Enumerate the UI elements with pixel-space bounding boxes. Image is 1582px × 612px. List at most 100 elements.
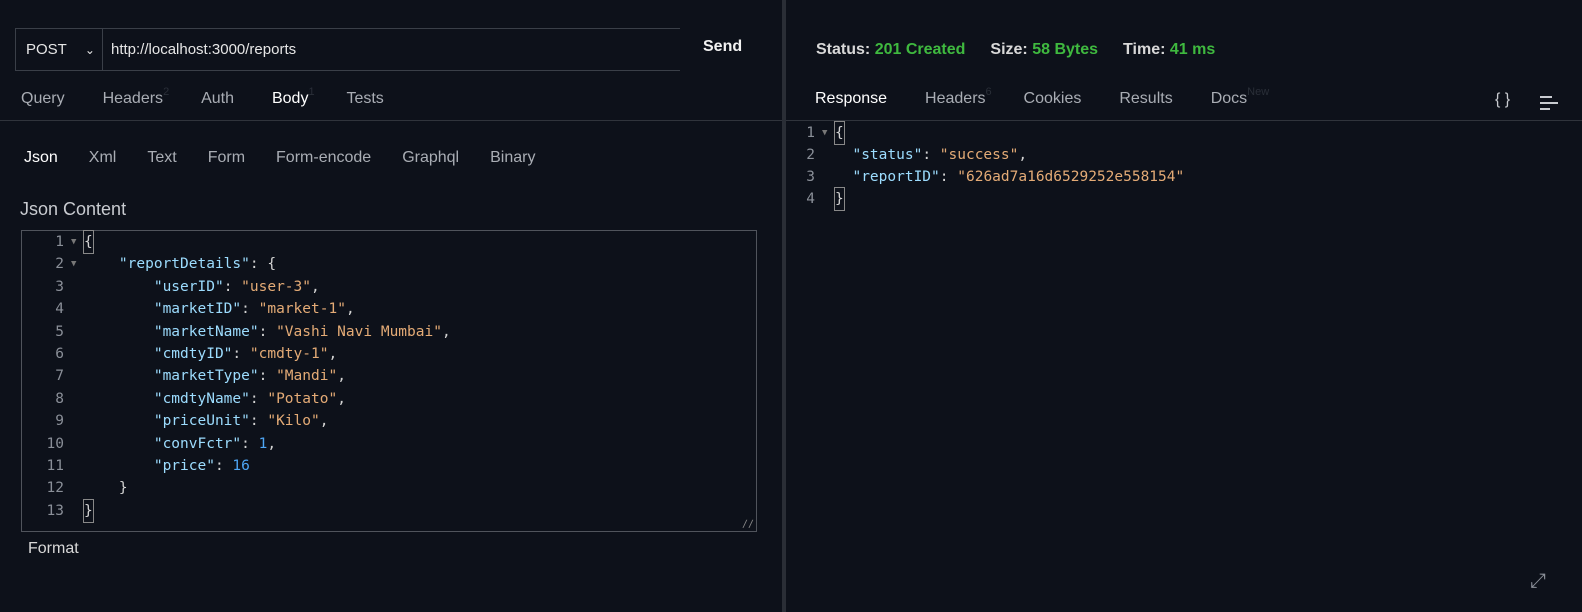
code-token: : <box>258 323 277 340</box>
tab-headers[interactable]: Headers 6 <box>925 86 992 108</box>
fold-arrow-icon <box>68 410 84 432</box>
code-token: 16 <box>232 457 250 474</box>
code-line: 13} <box>22 498 756 524</box>
subtab-text[interactable]: Text <box>147 149 176 167</box>
tab-label: Body <box>271 90 309 107</box>
chevron-down-icon: ⌄ <box>84 42 95 57</box>
format-button[interactable]: Format <box>28 540 79 558</box>
tab-results[interactable]: Results <box>1119 90 1172 108</box>
subtab-graphql[interactable]: Graphql <box>402 149 459 167</box>
line-number: 3 <box>55 278 64 295</box>
fold-arrow-icon <box>68 321 84 343</box>
code-line: 6 "cmdtyID": "cmdty-1", <box>22 343 756 365</box>
fold-arrow-icon <box>819 188 835 210</box>
fold-arrow-icon[interactable]: ▼ <box>68 231 84 253</box>
subtab-form[interactable]: Form <box>208 149 245 167</box>
menu-lines-icon[interactable] <box>1540 96 1558 110</box>
fold-arrow-icon[interactable]: ▼ <box>819 122 835 144</box>
send-button[interactable]: Send <box>703 38 742 56</box>
tab-label: Query <box>21 90 65 107</box>
tab-label: Text <box>147 149 177 166</box>
subtab-form-encode[interactable]: Form-encode <box>276 149 371 167</box>
code-line: 1 ▼{ <box>786 121 1582 145</box>
code-token: "Potato" <box>267 390 338 407</box>
subtab-xml[interactable]: Xml <box>89 149 117 167</box>
code-token: "626ad7a16d6529252e558154" <box>957 169 1185 185</box>
code-token: "status" <box>852 147 923 163</box>
code-line: 3 "userID": "user-3", <box>22 276 756 298</box>
tab-headers[interactable]: Headers 2 <box>102 86 170 108</box>
line-number: 7 <box>55 368 64 385</box>
code-token: "marketID" <box>153 301 242 318</box>
request-panel: POST ⌄ http://localhost:3000/reports Send… <box>0 0 782 612</box>
tab-label: Form <box>207 149 246 166</box>
resize-handle[interactable]: ∕∕ <box>742 519 754 530</box>
code-token: "price" <box>153 457 215 474</box>
url-input[interactable]: http://localhost:3000/reports <box>103 41 296 58</box>
subtab-binary[interactable]: Binary <box>490 149 535 167</box>
tab-cookies[interactable]: Cookies <box>1024 90 1082 108</box>
tab-label: Graphql <box>402 149 460 166</box>
time: Time: 41 ms <box>1123 41 1216 58</box>
code-token: 1 <box>258 435 268 452</box>
json-body-editor[interactable]: ∕∕ 1 ▼{2 ▼ "reportDetails": {3 "userID": "… <box>21 229 757 532</box>
line-number: 1 <box>806 125 815 141</box>
fold-arrow-icon <box>68 388 84 410</box>
code-token: , <box>319 413 329 430</box>
method-value: POST <box>26 41 67 58</box>
tab-label: Docs <box>1210 90 1248 107</box>
line-number: 9 <box>55 413 64 430</box>
code-token: , <box>345 301 355 318</box>
expand-icon[interactable]: ⤢ <box>1530 570 1546 593</box>
divider <box>0 120 782 121</box>
tab-query[interactable]: Query <box>21 90 65 108</box>
code-token: : <box>939 169 958 185</box>
tab-body[interactable]: Body 1 <box>271 86 315 108</box>
tab-badge: 6 <box>985 86 992 98</box>
code-token: , <box>267 435 277 452</box>
code-token: : <box>249 413 268 430</box>
line-number: 6 <box>55 345 64 362</box>
tab-label: Headers <box>102 90 164 107</box>
code-line: 4 "marketID": "market-1", <box>22 298 756 320</box>
tab-auth[interactable]: Auth <box>201 90 234 108</box>
code-token: } <box>834 187 845 211</box>
tab-label: Headers <box>925 90 986 107</box>
code-token: { <box>83 229 94 255</box>
code-token: , <box>337 368 346 385</box>
line-number: 4 <box>806 191 815 207</box>
response-panel: Status: 201 Created Size: 58 Bytes Time:… <box>786 0 1582 612</box>
code-token: } <box>84 480 128 497</box>
tab-docs[interactable]: Docs New <box>1210 86 1269 108</box>
tab-label: Response <box>815 90 888 107</box>
subtab-json[interactable]: Json <box>24 149 58 167</box>
code-token: "Mandi" <box>276 368 338 385</box>
tab-label: Results <box>1119 90 1173 107</box>
method-select[interactable]: POST ⌄ <box>16 29 103 70</box>
fold-arrow-icon <box>68 365 84 387</box>
code-token: "cmdtyID" <box>153 345 233 362</box>
code-token: "Vashi Navi Mumbai" <box>276 323 442 340</box>
tab-badge: 2 <box>163 86 170 98</box>
code-token: "Kilo" <box>267 413 320 430</box>
fold-arrow-icon[interactable]: ▼ <box>68 253 84 275</box>
code-token: , <box>328 345 338 362</box>
braces-icon[interactable]: { } <box>1495 91 1510 109</box>
code-line: 11 "price": 16 <box>22 455 756 477</box>
code-token: : <box>258 368 277 385</box>
fold-arrow-icon <box>68 276 84 298</box>
fold-arrow-icon <box>68 433 84 455</box>
tab-response[interactable]: Response <box>815 90 887 108</box>
line-number: 1 <box>55 234 64 250</box>
code-line: 2 "status": "success", <box>786 144 1582 166</box>
status: Status: 201 Created <box>816 41 966 58</box>
tab-tests[interactable]: Tests <box>346 90 383 108</box>
code-token: "user-3" <box>241 278 311 295</box>
line-number: 2 <box>806 147 815 163</box>
response-body-viewer[interactable]: 1 ▼{2 "status": "success", 3 "reportID": "… <box>786 121 1582 211</box>
